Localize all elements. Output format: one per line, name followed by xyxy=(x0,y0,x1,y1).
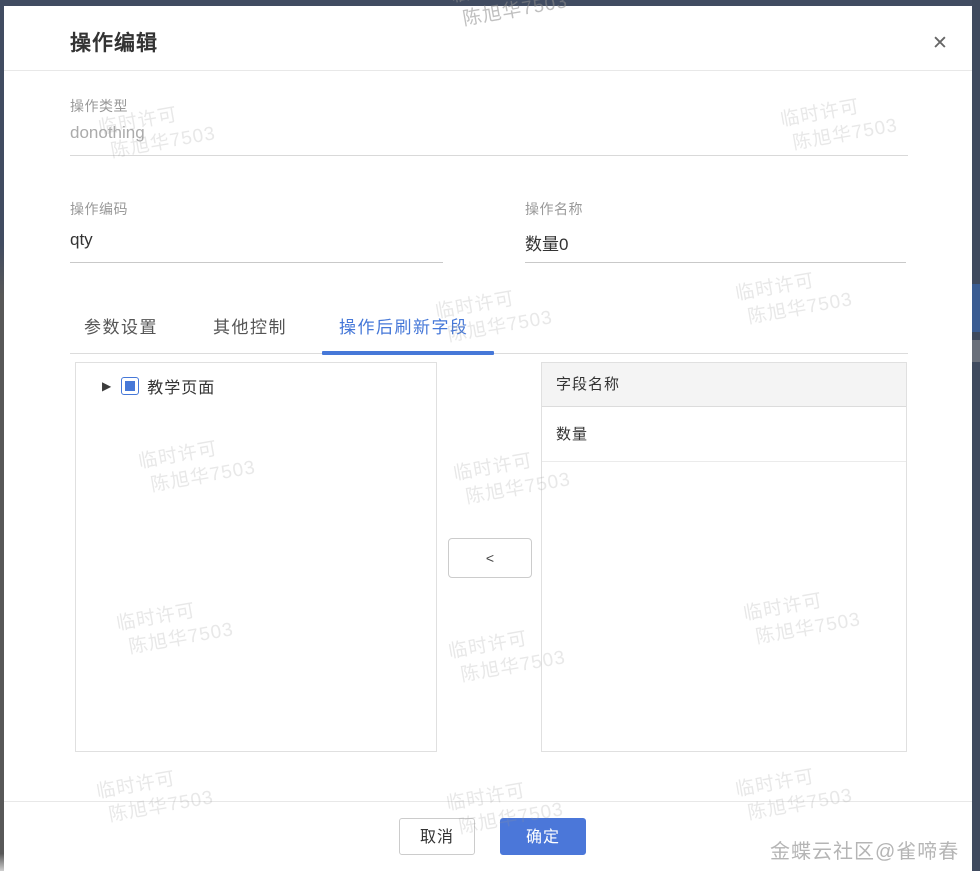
op-code-input[interactable]: qty xyxy=(70,230,93,250)
confirm-button[interactable]: 确定 xyxy=(500,818,586,855)
op-type-underline xyxy=(70,155,908,156)
header-divider xyxy=(4,70,972,71)
move-left-button[interactable]: < xyxy=(448,538,532,578)
tree-checkbox-indeterminate[interactable] xyxy=(121,377,140,395)
tree-node[interactable]: ▶ 教学页面 xyxy=(102,375,215,397)
tab-param-settings[interactable]: 参数设置 xyxy=(84,313,158,338)
dialog-title: 操作编辑 xyxy=(70,32,158,55)
field-tree-panel: ▶ 教学页面 xyxy=(75,362,437,752)
cancel-button[interactable]: 取消 xyxy=(399,818,475,855)
op-name-label: 操作名称 xyxy=(525,201,583,217)
background-sliver xyxy=(972,340,980,362)
close-icon[interactable]: ✕ xyxy=(924,28,956,60)
op-code-label: 操作编码 xyxy=(70,201,128,217)
op-name-underline xyxy=(525,262,906,263)
op-name-input[interactable]: 数量0 xyxy=(525,230,568,255)
tab-refresh-fields[interactable]: 操作后刷新字段 xyxy=(339,313,469,338)
active-tab-underline xyxy=(322,351,494,355)
selected-fields-panel: 字段名称 数量 xyxy=(541,362,907,752)
tree-node-label: 教学页面 xyxy=(147,380,216,397)
op-type-label: 操作类型 xyxy=(70,98,128,114)
table-row[interactable]: 数量 xyxy=(542,407,906,462)
op-type-value: donothing xyxy=(70,123,145,142)
tree-expander-icon[interactable]: ▶ xyxy=(102,379,111,393)
screenshot-root: 操作编辑 ✕ 操作类型 donothing 操作编码 qty 操作名称 数量0 … xyxy=(0,0,980,871)
operation-edit-dialog: 操作编辑 ✕ 操作类型 donothing 操作编码 qty 操作名称 数量0 … xyxy=(4,6,972,871)
tab-other-control[interactable]: 其他控制 xyxy=(213,313,287,338)
community-credit-text: 金蝶云社区@雀啼春 xyxy=(770,841,960,863)
table-header-field-name: 字段名称 xyxy=(542,363,906,407)
page-frame-right xyxy=(972,0,980,871)
footer-divider xyxy=(4,801,972,802)
background-button-sliver xyxy=(972,284,980,332)
op-code-underline xyxy=(70,262,443,263)
checkbox-fill xyxy=(125,381,136,391)
